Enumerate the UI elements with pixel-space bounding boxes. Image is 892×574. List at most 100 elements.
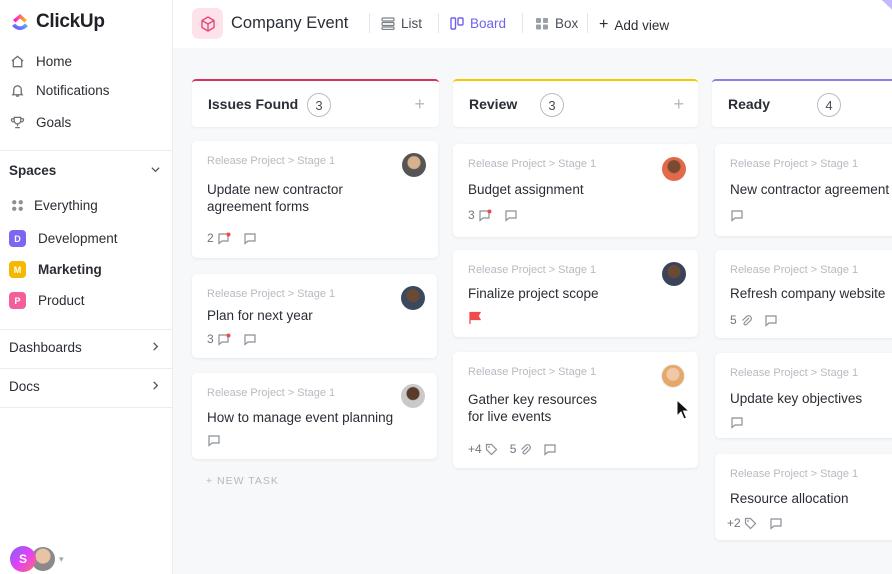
- add-task-button[interactable]: +: [414, 94, 425, 115]
- task-meta: [730, 209, 756, 222]
- divider: [522, 13, 523, 33]
- sidebar-item-everything[interactable]: Everything: [9, 197, 98, 213]
- sidebar-item-dashboards[interactable]: Dashboards: [9, 340, 161, 355]
- comment-icon[interactable]: [504, 209, 518, 222]
- task-title-line: agreement forms: [207, 199, 310, 214]
- attachment-count[interactable]: 5: [730, 313, 752, 327]
- sidebar-item-product[interactable]: P Product: [9, 292, 85, 309]
- task-title: Budget assignment: [468, 182, 584, 197]
- page-title: Company Event: [231, 14, 349, 32]
- task-title-line: Update new contractor: [207, 182, 343, 197]
- comment-count-value: 2: [207, 231, 214, 245]
- tab-board[interactable]: Board: [450, 16, 506, 31]
- comment-icon[interactable]: [243, 333, 257, 346]
- assignee-avatar[interactable]: [401, 286, 425, 310]
- task-meta: [730, 416, 756, 429]
- tag-count[interactable]: +4: [468, 442, 498, 456]
- task-card[interactable]: Release Project > Stage 1 Budget assignm…: [453, 144, 698, 237]
- corner-decoration: [882, 0, 892, 10]
- trophy-icon: [9, 114, 25, 130]
- tab-label: Board: [470, 16, 507, 31]
- flag-icon[interactable]: [468, 311, 482, 325]
- home-icon: [9, 53, 25, 69]
- divider: [369, 13, 370, 33]
- assignee-avatar[interactable]: [662, 262, 686, 286]
- sidebar-item-home[interactable]: Home: [9, 53, 72, 69]
- tag-count[interactable]: +2: [727, 516, 757, 530]
- task-card[interactable]: Release Project > Stage 1 Refresh compan…: [715, 250, 892, 338]
- grid-dots-icon: [9, 197, 25, 213]
- comment-count[interactable]: 2: [207, 231, 231, 245]
- clickup-logo[interactable]: ClickUp: [9, 11, 105, 33]
- chevron-down-icon[interactable]: [150, 163, 161, 178]
- task-title: Refresh company website: [730, 286, 886, 301]
- task-card[interactable]: Release Project > Stage 1 Finalize proje…: [453, 250, 698, 337]
- sidebar-item-label: Development: [38, 231, 118, 246]
- assignee-avatar[interactable]: [661, 364, 685, 388]
- task-title: Update key objectives: [730, 391, 863, 406]
- comment-icon[interactable]: [543, 443, 557, 456]
- comment-count[interactable]: 3: [207, 332, 231, 346]
- assignee-avatar[interactable]: [662, 157, 686, 181]
- task-breadcrumb: Release Project > Stage 1: [730, 264, 859, 276]
- task-breadcrumb: Release Project > Stage 1: [730, 468, 859, 480]
- sidebar-item-label: Notifications: [36, 82, 110, 98]
- task-meta: [207, 434, 233, 447]
- comment-notify-icon: [218, 232, 231, 245]
- task-title: Resource allocation: [730, 491, 849, 506]
- attachment-count[interactable]: 5: [510, 442, 532, 456]
- box-grid-icon: [535, 17, 549, 30]
- board-icon: [450, 17, 464, 30]
- task-card[interactable]: Release Project > Stage 1 How to manage …: [192, 373, 437, 459]
- sidebar-item-goals[interactable]: Goals: [9, 114, 71, 130]
- tab-label: List: [401, 16, 423, 31]
- task-card[interactable]: Release Project > Stage 1 Resource alloc…: [715, 454, 892, 540]
- sidebar-item-notifications[interactable]: Notifications: [9, 82, 110, 98]
- task-card[interactable]: Release Project > Stage 1 Plan for next …: [192, 274, 437, 358]
- tab-label: Box: [555, 16, 579, 31]
- cube-icon: [192, 8, 223, 39]
- comment-notify-icon: [479, 209, 492, 222]
- divider: [0, 329, 172, 330]
- sidebar-item-docs[interactable]: Docs: [9, 379, 161, 394]
- task-card[interactable]: Release Project > Stage 1 New contractor…: [715, 144, 892, 236]
- tag-icon: [744, 517, 757, 529]
- comment-icon[interactable]: [207, 434, 221, 447]
- spaces-label: Spaces: [9, 163, 57, 178]
- paperclip-icon: [741, 314, 752, 325]
- comment-icon[interactable]: [730, 416, 744, 429]
- comment-icon[interactable]: [769, 517, 783, 530]
- task-title: Gather key resources for live events: [468, 391, 597, 425]
- tag-count-value: +2: [727, 516, 741, 530]
- comment-icon[interactable]: [243, 232, 257, 245]
- column-header-issues-found: Issues Found 3 +: [192, 79, 439, 127]
- tag-icon: [485, 443, 498, 455]
- add-view-label: Add view: [614, 17, 670, 33]
- assignee-avatar[interactable]: [402, 153, 426, 177]
- mouse-cursor-icon: [676, 399, 690, 420]
- comment-notify-icon: [218, 333, 231, 346]
- sidebar-item-development[interactable]: D Development: [9, 230, 118, 247]
- assignee-avatar[interactable]: [401, 384, 425, 408]
- task-card[interactable]: Release Project > Stage 1 Gather key res…: [453, 352, 698, 468]
- task-card[interactable]: Release Project > Stage 1 Update new con…: [192, 141, 438, 258]
- task-meta: 3: [468, 208, 530, 222]
- add-task-button[interactable]: +: [673, 94, 684, 115]
- comment-icon[interactable]: [730, 209, 744, 222]
- user-menu[interactable]: S ▾: [10, 546, 64, 572]
- space-badge: P: [9, 292, 26, 309]
- top-bar: Company Event List Board Box + Add view: [173, 0, 892, 48]
- tab-box[interactable]: Box: [535, 16, 578, 31]
- comment-icon[interactable]: [764, 314, 778, 327]
- task-meta: +4 5: [468, 442, 569, 456]
- comment-count[interactable]: 3: [468, 208, 492, 222]
- spaces-header[interactable]: Spaces: [9, 163, 161, 178]
- new-task-button[interactable]: + NEW TASK: [206, 475, 279, 487]
- sidebar: ClickUp Home Notifications Goals Spaces …: [0, 0, 173, 574]
- add-view-button[interactable]: + Add view: [599, 16, 669, 34]
- task-card[interactable]: Release Project > Stage 1 Update key obj…: [715, 353, 892, 438]
- column-count: 4: [817, 93, 841, 117]
- task-meta: 5: [730, 313, 790, 327]
- sidebar-item-marketing[interactable]: M Marketing: [9, 261, 102, 278]
- tab-list[interactable]: List: [381, 16, 422, 31]
